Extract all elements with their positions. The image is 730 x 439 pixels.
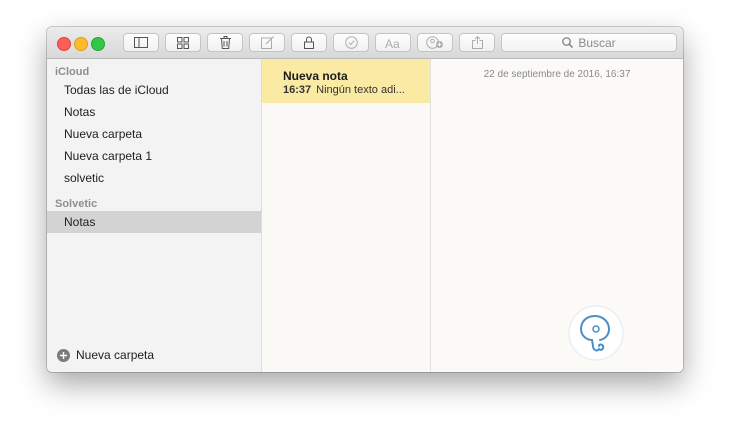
search-placeholder: Buscar (578, 35, 616, 50)
folders-sidebar: iCloud Todas las de iCloud Notas Nueva c… (47, 59, 262, 372)
share-icon (471, 36, 483, 49)
add-people-icon (426, 36, 443, 49)
list-item[interactable]: Nueva nota 16:37 Ningún texto adi... (262, 59, 430, 103)
font-style-icon: Aa (385, 37, 400, 49)
lock-icon (304, 36, 314, 49)
sidebar-item-todas-icloud[interactable]: Todas las de iCloud (47, 79, 261, 101)
note-preview: Ningún texto adi... (316, 84, 405, 96)
toggle-sidebar-button[interactable] (123, 33, 159, 52)
lock-note-button[interactable] (291, 33, 327, 52)
search-field[interactable]: Buscar (501, 33, 677, 52)
zoom-window-button[interactable] (91, 37, 105, 51)
note-title: Nueva nota (283, 69, 348, 83)
new-folder-label: Nueva carpeta (76, 348, 155, 362)
notes-list: Nueva nota 16:37 Ningún texto adi... (262, 59, 431, 372)
section-header-icloud: iCloud (55, 66, 90, 78)
checklist-icon (344, 36, 358, 49)
sidebar-item-solvetic[interactable]: solvetic (47, 167, 261, 189)
sidebar-toggle-icon (134, 37, 148, 48)
search-icon (562, 37, 574, 48)
compose-icon (260, 36, 274, 49)
plus-icon (57, 348, 70, 362)
new-note-button[interactable] (249, 33, 285, 52)
checklist-button[interactable] (333, 33, 369, 52)
solvetic-logo (568, 305, 624, 361)
sidebar-item-notas[interactable]: Notas (47, 101, 261, 123)
sidebar-item-nueva-carpeta-1[interactable]: Nueva carpeta 1 (47, 145, 261, 167)
attachments-grid-icon (177, 36, 189, 49)
minimize-window-button[interactable] (74, 37, 88, 51)
share-button[interactable] (459, 33, 495, 52)
sidebar-item-nueva-carpeta[interactable]: Nueva carpeta (47, 123, 261, 145)
add-people-button[interactable] (417, 33, 453, 52)
note-meta: 16:37 Ningún texto adi... (283, 84, 405, 96)
sidebar-item-solvetic-notas[interactable]: Notas (47, 211, 261, 233)
attachments-button[interactable] (165, 33, 201, 52)
note-time: 16:37 (283, 84, 312, 96)
trash-icon (219, 36, 231, 49)
new-folder-button[interactable]: Nueva carpeta (57, 348, 154, 362)
svg-text:Aa: Aa (385, 37, 400, 49)
note-date: 22 de septiembre de 2016, 16:37 (483, 69, 631, 80)
format-button[interactable]: Aa (375, 33, 411, 52)
note-editor[interactable]: 22 de septiembre de 2016, 16:37 (431, 59, 683, 372)
close-window-button[interactable] (57, 37, 71, 51)
delete-button[interactable] (207, 33, 243, 52)
section-header-solvetic: Solvetic (55, 198, 98, 210)
toolbar: Aa Buscar (47, 27, 683, 59)
